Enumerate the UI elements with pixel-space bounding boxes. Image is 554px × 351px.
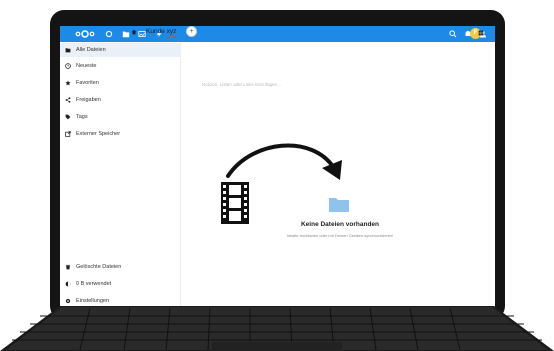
notes-placeholder[interactable]: Notizen, Listen oder Links hinzufügen… [202, 82, 282, 87]
breadcrumb[interactable]: Kunde xyz [146, 28, 176, 35]
sidebar-item-label: Freigaben [76, 97, 101, 103]
dashboard-icon[interactable] [105, 30, 113, 38]
external-storage-icon [60, 131, 76, 137]
app-header: F [60, 26, 495, 42]
empty-state-subtitle: Inhalte hochladen oder mit Deinen Geräte… [286, 233, 394, 238]
sidebar-item-external-storage[interactable]: Externer Speicher [60, 127, 181, 141]
sidebar-item-quota: 0 B verwendet [60, 277, 181, 291]
settings-icon [60, 298, 76, 304]
sidebar-item-label: Neueste [76, 63, 97, 69]
trash-icon [60, 264, 76, 270]
photos-icon[interactable] [138, 30, 146, 38]
sidebar-item-recent[interactable]: Neueste [60, 59, 181, 73]
sidebar-item-shares[interactable]: Freigaben [60, 93, 181, 107]
folder-icon [60, 47, 76, 53]
sidebar-item-label: 0 B verwendet [76, 281, 112, 287]
empty-folder-icon [329, 198, 349, 212]
add-button[interactable]: + [186, 26, 197, 37]
sidebar-item-label: Einstellungen [76, 298, 110, 304]
clock-icon [60, 63, 76, 69]
sidebar-item-label: Externer Speicher [76, 131, 121, 137]
curved-arrow-icon [226, 143, 342, 180]
sidebar: Alle Dateien Neueste Favoriten Freigaben… [60, 42, 181, 309]
sidebar-item-label: Alle Dateien [76, 47, 106, 53]
breadcrumb-prefix: Kunde [146, 28, 167, 35]
share-icon [60, 97, 76, 103]
breadcrumb-underlined: xyz [166, 28, 177, 35]
sidebar-item-label: Favoriten [76, 80, 99, 86]
sidebar-item-favorites[interactable]: Favoriten [60, 76, 181, 90]
laptop-keyboard [0, 306, 554, 351]
sidebar-item-label: Gelöschte Dateien [76, 264, 122, 270]
sidebar-item-label: Tags [76, 114, 88, 120]
sidebar-item-all-files[interactable]: Alle Dateien [60, 43, 181, 57]
grid-view-icon[interactable] [478, 30, 484, 36]
sidebar-item-trash[interactable]: Gelöschte Dateien [60, 260, 181, 274]
search-icon[interactable] [448, 29, 458, 39]
quota-icon [60, 281, 76, 287]
sidebar-item-tags[interactable]: Tags [60, 110, 181, 124]
nextcloud-logo-icon[interactable] [75, 29, 95, 39]
files-icon[interactable] [122, 30, 130, 38]
film-strip-icon [221, 182, 249, 224]
star-icon [60, 80, 76, 86]
tag-icon [60, 114, 76, 120]
empty-state-title: Keine Dateien vorhanden [300, 221, 380, 228]
home-icon[interactable] [131, 29, 137, 35]
